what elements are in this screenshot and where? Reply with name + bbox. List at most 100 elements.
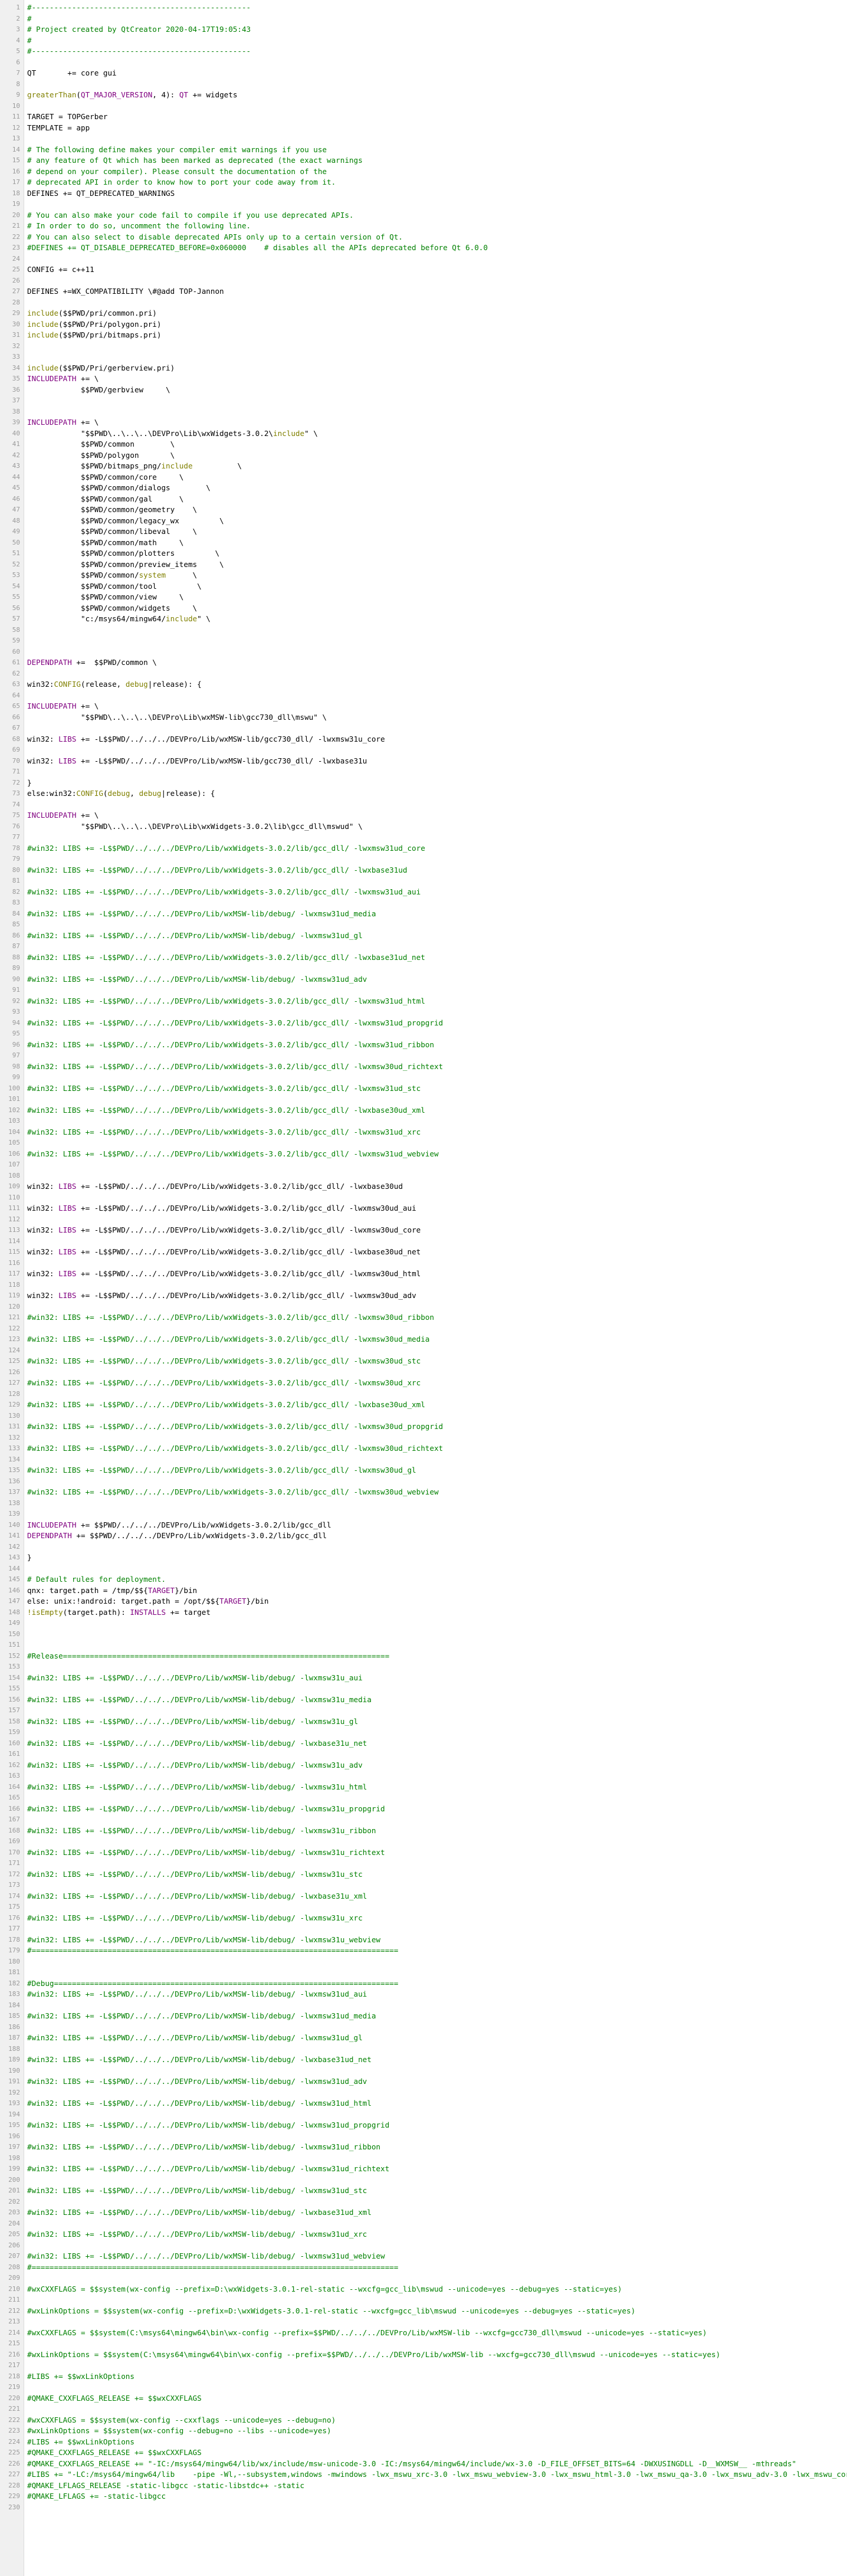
code-line[interactable]: 147 else: unix:!android: target.path = /o… — [0, 1596, 847, 1607]
code-line[interactable]: 29 include($$PWD/pri/common.pri) — [0, 308, 847, 319]
code-line[interactable]: 7 QT += core gui — [0, 68, 847, 79]
code-line[interactable]: 71 — [0, 766, 847, 778]
code-line[interactable]: 139 — [0, 1509, 847, 1520]
code-line[interactable]: 193 #win32: LIBS += -L$$PWD/../../../DEVP… — [0, 2098, 847, 2109]
code-line[interactable]: 76 "$$PWD\..\..\..\DEVPro\Lib\wxWidgets-… — [0, 821, 847, 833]
code-line[interactable]: 150 — [0, 1629, 847, 1640]
code-line[interactable]: 163 — [0, 1771, 847, 1782]
code-line[interactable]: 45 $$PWD/common/dialogs \ — [0, 483, 847, 494]
code-line[interactable]: 126 — [0, 1367, 847, 1378]
code-line[interactable]: 141 DEPENDPATH += $$PWD/../../../DEVPro/L… — [0, 1530, 847, 1542]
code-line[interactable]: 153 — [0, 1661, 847, 1673]
code-line[interactable]: 59 — [0, 635, 847, 647]
code-line[interactable]: 55 $$PWD/common/view \ — [0, 592, 847, 603]
code-line[interactable]: 47 $$PWD/common/geometry \ — [0, 504, 847, 516]
code-line[interactable]: 99 — [0, 1072, 847, 1083]
code-line[interactable]: 94 #win32: LIBS += -L$$PWD/../../../DEVPr… — [0, 1018, 847, 1029]
code-line[interactable]: 129 #win32: LIBS += -L$$PWD/../../../DEVP… — [0, 1400, 847, 1411]
code-line[interactable]: 223 #wxLinkOptions = $$system(wx-config -… — [0, 2426, 847, 2437]
code-line[interactable]: 181 — [0, 1967, 847, 1978]
code-line[interactable]: 33 — [0, 352, 847, 363]
code-line[interactable]: 16 # depend on your compiler). Please con… — [0, 166, 847, 178]
code-line[interactable]: 35 INCLUDEPATH += \ — [0, 373, 847, 385]
code-line[interactable]: 86 #win32: LIBS += -L$$PWD/../../../DEVPr… — [0, 930, 847, 942]
code-line[interactable]: 161 — [0, 1749, 847, 1760]
code-line[interactable]: 213 — [0, 2316, 847, 2328]
code-line[interactable]: 102 #win32: LIBS += -L$$PWD/../../../DEVP… — [0, 1105, 847, 1116]
code-line[interactable]: 217 — [0, 2360, 847, 2371]
code-line[interactable]: 52 $$PWD/common/preview_items \ — [0, 559, 847, 571]
code-line[interactable]: 152 #Release=============================… — [0, 1651, 847, 1662]
code-line[interactable]: 131 #win32: LIBS += -L$$PWD/../../../DEVP… — [0, 1421, 847, 1433]
code-line[interactable]: 73 else:win32:CONFIG(debug, debug|release… — [0, 788, 847, 799]
code-line[interactable]: 225 #QMAKE_CXXFLAGS_RELEASE += $$wxCXXFLA… — [0, 2447, 847, 2459]
code-line[interactable]: 96 #win32: LIBS += -L$$PWD/../../../DEVPr… — [0, 1040, 847, 1051]
code-line[interactable]: 203 #win32: LIBS += -L$$PWD/../../../DEVP… — [0, 2207, 847, 2218]
code-line[interactable]: 84 #win32: LIBS += -L$$PWD/../../../DEVPr… — [0, 909, 847, 920]
code-line[interactable]: 140 INCLUDEPATH += $$PWD/../../../DEVPro/… — [0, 1520, 847, 1531]
code-line[interactable]: 182 #Debug===============================… — [0, 1978, 847, 1990]
code-line[interactable]: 82 #win32: LIBS += -L$$PWD/../../../DEVPr… — [0, 887, 847, 898]
code-line[interactable]: 151 — [0, 1640, 847, 1651]
code-line[interactable]: 168 #win32: LIBS += -L$$PWD/../../../DEVP… — [0, 1826, 847, 1837]
code-line[interactable]: 230 — [0, 2502, 847, 2513]
code-line[interactable]: 148 !isEmpty(target.path): INSTALLS += ta… — [0, 1607, 847, 1618]
code-line[interactable]: 107 — [0, 1159, 847, 1171]
code-line[interactable]: 179 #====================================… — [0, 1945, 847, 1956]
code-line[interactable]: 17 # deprecated API in order to know how … — [0, 177, 847, 188]
code-line[interactable]: 89 — [0, 963, 847, 974]
code-line[interactable]: 100 #win32: LIBS += -L$$PWD/../../../DEVP… — [0, 1083, 847, 1094]
code-line[interactable]: 135 #win32: LIBS += -L$$PWD/../../../DEVP… — [0, 1465, 847, 1476]
code-line[interactable]: 111 win32: LIBS += -L$$PWD/../../../DEVPr… — [0, 1203, 847, 1214]
code-line[interactable]: 113 win32: LIBS += -L$$PWD/../../../DEVPr… — [0, 1225, 847, 1236]
code-line[interactable]: 62 — [0, 668, 847, 680]
code-line[interactable]: 105 — [0, 1138, 847, 1149]
code-line[interactable]: 69 — [0, 745, 847, 756]
code-line[interactable]: 172 #win32: LIBS += -L$$PWD/../../../DEVP… — [0, 1869, 847, 1880]
code-line[interactable]: 200 — [0, 2175, 847, 2186]
code-line[interactable]: 85 — [0, 919, 847, 930]
code-line[interactable]: 98 #win32: LIBS += -L$$PWD/../../../DEVPr… — [0, 1061, 847, 1073]
code-line[interactable]: 38 — [0, 407, 847, 418]
code-line[interactable]: 64 — [0, 690, 847, 702]
code-line[interactable]: 54 $$PWD/common/tool \ — [0, 581, 847, 592]
code-line[interactable]: 8 — [0, 79, 847, 90]
code-line[interactable]: 101 — [0, 1094, 847, 1105]
code-line[interactable]: 119 win32: LIBS += -L$$PWD/../../../DEVPr… — [0, 1290, 847, 1302]
code-line[interactable]: 215 — [0, 2338, 847, 2349]
code-line[interactable]: 145 # Default rules for deployment. — [0, 1574, 847, 1585]
code-line[interactable]: 25 CONFIG += c++11 — [0, 264, 847, 276]
code-line[interactable]: 191 #win32: LIBS += -L$$PWD/../../../DEVP… — [0, 2076, 847, 2087]
code-line[interactable]: 184 — [0, 2000, 847, 2011]
code-line[interactable]: 192 — [0, 2087, 847, 2099]
code-line[interactable]: 159 — [0, 1727, 847, 1738]
code-line[interactable]: 142 — [0, 1542, 847, 1553]
code-line[interactable]: 81 — [0, 876, 847, 887]
code-line[interactable]: 198 — [0, 2153, 847, 2164]
code-line[interactable]: 11 TARGET = TOPGerber — [0, 112, 847, 123]
code-line[interactable]: 197 #win32: LIBS += -L$$PWD/../../../DEVP… — [0, 2142, 847, 2153]
code-line[interactable]: 149 — [0, 1618, 847, 1629]
code-line[interactable]: 20 # You can also make your code fail to … — [0, 210, 847, 221]
code-line[interactable]: 137 #win32: LIBS += -L$$PWD/../../../DEVP… — [0, 1487, 847, 1498]
code-line[interactable]: 4 # — [0, 35, 847, 47]
code-line[interactable]: 5 #--------------------------------------… — [0, 46, 847, 57]
code-line[interactable]: 58 — [0, 625, 847, 636]
code-line[interactable]: 125 #win32: LIBS += -L$$PWD/../../../DEVP… — [0, 1356, 847, 1367]
code-line[interactable]: 220 #QMAKE_CXXFLAGS_RELEASE += $$wxCXXFLA… — [0, 2393, 847, 2404]
code-line[interactable]: 93 — [0, 1007, 847, 1018]
code-line[interactable]: 37 — [0, 395, 847, 407]
code-line[interactable]: 72} — [0, 778, 847, 789]
code-line[interactable]: 120 — [0, 1302, 847, 1313]
code-line[interactable]: 202 — [0, 2197, 847, 2208]
code-line[interactable]: 79 — [0, 854, 847, 865]
code-line[interactable]: 195 #win32: LIBS += -L$$PWD/../../../DEVP… — [0, 2120, 847, 2131]
code-line[interactable]: 170 #win32: LIBS += -L$$PWD/../../../DEVP… — [0, 1847, 847, 1859]
code-line[interactable]: 171 — [0, 1858, 847, 1869]
code-line[interactable]: 1 #--------------------------------------… — [0, 2, 847, 14]
code-line[interactable]: 21 # In order to do so, uncomment the fol… — [0, 221, 847, 232]
code-line[interactable]: 97 — [0, 1050, 847, 1061]
code-line[interactable]: 167 — [0, 1814, 847, 1826]
code-line[interactable]: 204 — [0, 2218, 847, 2230]
code-line[interactable]: 177 — [0, 1923, 847, 1935]
